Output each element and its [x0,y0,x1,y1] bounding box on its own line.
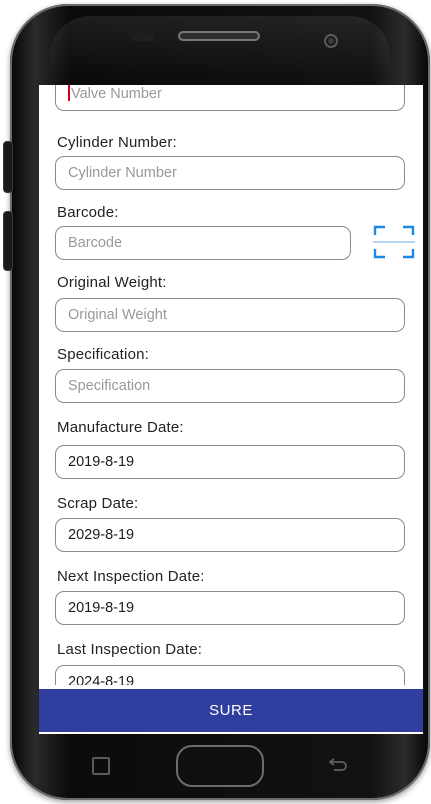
scrap-date-field[interactable]: 2029-8-19 [55,518,405,552]
manufacture-date-field[interactable]: 2019-8-19 [55,445,405,479]
text-cursor [68,85,70,101]
specification-input[interactable]: Specification [55,369,405,403]
valve-number-placeholder: Valve Number [71,86,162,102]
home-button[interactable] [176,745,264,787]
barcode-input[interactable]: Barcode [55,226,351,260]
next-inspection-date-label: Next Inspection Date: [57,568,205,585]
earpiece-speaker [178,31,260,41]
volume-down-key [4,212,12,270]
original-weight-label: Original Weight: [57,274,167,291]
last-inspection-date-field[interactable]: 2024-8-19 [55,665,405,685]
back-arrow-icon[interactable] [327,758,349,772]
last-inspection-date-label: Last Inspection Date: [57,641,203,658]
volume-up-key [4,142,12,192]
scrap-date-label: Scrap Date: [57,495,139,512]
cylinder-form[interactable]: Valve Number Cylinder Number: Cylinder N… [39,85,423,685]
app-screen: Valve Number Cylinder Number: Cylinder N… [39,85,423,734]
valve-number-input[interactable]: Valve Number [55,85,405,111]
front-camera [324,34,338,48]
barcode-label: Barcode: [57,204,119,221]
manufacture-date-label: Manufacture Date: [57,419,184,436]
specification-label: Specification: [57,346,150,363]
cylinder-number-input[interactable]: Cylinder Number [55,156,405,190]
cylinder-number-label: Cylinder Number: [57,134,177,151]
recent-apps-icon[interactable] [92,757,110,775]
sure-button[interactable]: SURE [39,689,423,732]
proximity-sensor [132,33,154,41]
phone-bezel-shine [50,16,390,76]
scan-barcode-icon[interactable] [372,223,416,261]
next-inspection-date-field[interactable]: 2019-8-19 [55,591,405,625]
original-weight-input[interactable]: Original Weight [55,298,405,332]
